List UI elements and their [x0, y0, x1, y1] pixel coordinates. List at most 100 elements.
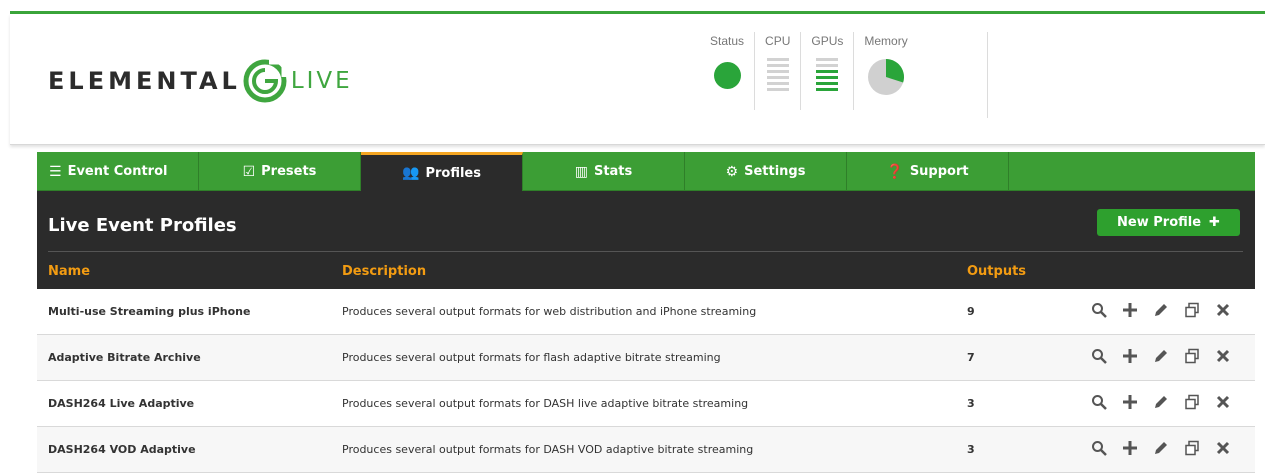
plus-icon — [1122, 302, 1138, 322]
profile-outputs: 3 — [967, 443, 975, 456]
create-event-button[interactable] — [1121, 302, 1139, 322]
profile-name-link[interactable]: DASH264 VOD Adaptive — [48, 443, 196, 456]
row-actions — [1090, 302, 1232, 322]
question-icon: ❓ — [886, 163, 904, 180]
app-header: ELEMENTAL LIVE Status CPU GPUs Memory — [10, 14, 1265, 145]
column-header-outputs[interactable]: Outputs — [967, 264, 1026, 279]
delete-button[interactable] — [1214, 441, 1232, 459]
cpu-indicator[interactable]: CPU — [755, 32, 802, 110]
table-row: Multi-use Streaming plus iPhone Produces… — [37, 289, 1255, 335]
bar-chart-icon: ▥ — [574, 163, 588, 180]
delete-icon — [1215, 348, 1231, 368]
view-button[interactable] — [1090, 348, 1108, 367]
list-icon: ☰ — [49, 163, 62, 180]
profile-name-link[interactable]: DASH264 Live Adaptive — [48, 397, 194, 410]
create-event-button[interactable] — [1121, 394, 1139, 414]
memory-indicator[interactable]: Memory — [854, 32, 917, 110]
system-status-area: Status CPU GPUs Memory — [700, 32, 918, 122]
status-ok-icon — [713, 62, 741, 89]
table-row: DASH264 Live Adaptive Produces several o… — [37, 381, 1255, 427]
duplicate-button[interactable] — [1183, 394, 1201, 414]
copy-icon — [1184, 302, 1200, 322]
pencil-icon — [1153, 440, 1169, 460]
create-event-button[interactable] — [1121, 348, 1139, 368]
copy-icon — [1184, 394, 1200, 414]
duplicate-button[interactable] — [1183, 348, 1201, 368]
plus-icon: ✚ — [1209, 215, 1220, 230]
delete-icon — [1215, 440, 1231, 460]
profile-description: Produces several output formats for DASH… — [342, 443, 754, 456]
status-label: Status — [710, 34, 745, 48]
table-row: Adaptive Bitrate Archive Produces severa… — [37, 335, 1255, 381]
tab-label: Settings — [744, 164, 806, 179]
column-header-name[interactable]: Name — [48, 264, 90, 279]
gear-icon: ⚙ — [725, 163, 739, 180]
new-profile-label: New Profile — [1117, 215, 1202, 230]
gpus-indicator[interactable]: GPUs — [801, 32, 855, 110]
panel-divider — [48, 251, 1243, 252]
main-nav: ☰ Event Control ☑ Presets 👥 Profiles ▥ S… — [37, 152, 1255, 191]
tab-profiles[interactable]: 👥 Profiles — [361, 152, 523, 191]
profile-description: Produces several output formats for DASH… — [342, 397, 749, 410]
edit-button[interactable] — [1152, 441, 1170, 459]
view-button[interactable] — [1090, 440, 1108, 460]
users-icon: 👥 — [402, 165, 420, 181]
checkbox-icon: ☑ — [242, 163, 256, 180]
plus-icon — [1122, 394, 1138, 414]
status-indicator[interactable]: Status — [700, 32, 756, 110]
header-divider — [987, 32, 988, 118]
create-event-button[interactable] — [1121, 440, 1139, 460]
tab-presets[interactable]: ☑ Presets — [199, 152, 361, 191]
tab-label: Stats — [593, 164, 633, 179]
cpu-label: CPU — [765, 34, 791, 48]
memory-label: Memory — [864, 34, 908, 48]
tab-settings[interactable]: ⚙ Settings — [685, 152, 847, 191]
profile-description: Produces several output formats for web … — [342, 305, 757, 318]
delete-button[interactable] — [1214, 349, 1232, 367]
tab-label: Event Control — [67, 164, 168, 179]
view-button[interactable] — [1090, 302, 1108, 322]
view-button[interactable] — [1090, 394, 1108, 413]
logo-mark-icon — [243, 59, 287, 103]
search-icon — [1091, 440, 1107, 460]
page-title: Live Event Profiles — [48, 215, 237, 236]
profile-name-link[interactable]: Multi-use Streaming plus iPhone — [48, 305, 250, 318]
profiles-panel-header: Live Event Profiles New Profile ✚ Name D… — [37, 191, 1255, 289]
gpu-bars-icon — [816, 58, 839, 91]
pencil-icon — [1153, 348, 1169, 368]
tab-label: Presets — [261, 164, 317, 179]
profiles-table: Multi-use Streaming plus iPhone Produces… — [37, 289, 1255, 473]
tab-label: Profiles — [425, 165, 481, 181]
logo-live-text: LIVE — [290, 68, 353, 94]
delete-icon — [1215, 302, 1231, 322]
tab-event-control[interactable]: ☰ Event Control — [37, 152, 199, 191]
gpus-label: GPUs — [811, 34, 844, 48]
memory-pie-icon — [868, 59, 905, 95]
logo-elemental-text: ELEMENTAL — [48, 67, 241, 95]
row-actions — [1090, 440, 1232, 460]
row-actions — [1090, 394, 1232, 414]
plus-icon — [1122, 348, 1138, 368]
column-header-description[interactable]: Description — [342, 264, 426, 279]
copy-icon — [1184, 440, 1200, 460]
search-icon — [1091, 302, 1107, 322]
copy-icon — [1184, 348, 1200, 368]
edit-button[interactable] — [1152, 349, 1170, 367]
delete-button[interactable] — [1214, 303, 1232, 321]
tab-stats[interactable]: ▥ Stats — [523, 152, 685, 191]
tab-support[interactable]: ❓ Support — [847, 152, 1009, 191]
edit-button[interactable] — [1152, 303, 1170, 321]
new-profile-button[interactable]: New Profile ✚ — [1097, 209, 1240, 236]
duplicate-button[interactable] — [1183, 302, 1201, 322]
pencil-icon — [1153, 302, 1169, 322]
profile-outputs: 3 — [967, 397, 975, 410]
profile-outputs: 9 — [967, 305, 975, 318]
delete-button[interactable] — [1214, 395, 1232, 413]
cpu-bars-icon — [766, 58, 789, 91]
profile-name-link[interactable]: Adaptive Bitrate Archive — [48, 351, 201, 364]
duplicate-button[interactable] — [1183, 440, 1201, 460]
row-actions — [1090, 348, 1232, 368]
plus-icon — [1122, 440, 1138, 460]
elemental-live-logo: ELEMENTAL LIVE — [48, 56, 353, 106]
edit-button[interactable] — [1152, 395, 1170, 413]
